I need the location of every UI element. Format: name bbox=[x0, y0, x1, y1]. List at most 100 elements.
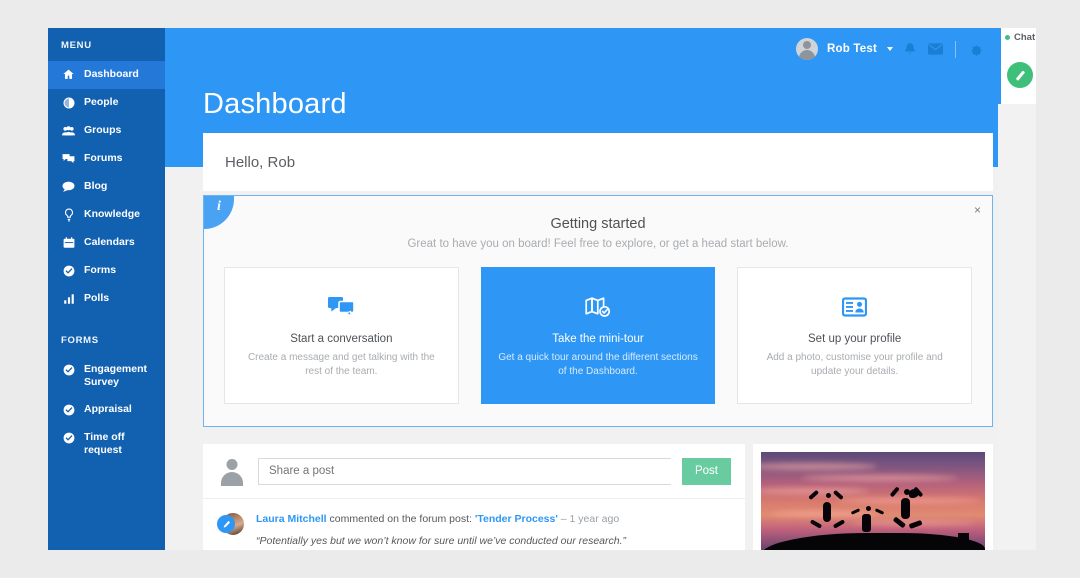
sidebar-form-appraisal[interactable]: Appraisal bbox=[48, 396, 165, 424]
feed-target-link[interactable]: 'Tender Process' bbox=[475, 513, 558, 525]
chat-bubble-icon bbox=[62, 180, 75, 193]
card-set-up-your-profile[interactable]: Set up your profile Add a photo, customi… bbox=[737, 267, 973, 404]
user-menu[interactable]: Rob Test bbox=[796, 38, 984, 60]
person-icon bbox=[62, 96, 75, 109]
avatar-body bbox=[221, 472, 243, 486]
sidebar-item-polls[interactable]: Polls bbox=[48, 285, 165, 313]
sidebar-item-label: Forms bbox=[84, 264, 117, 276]
cloud-streak bbox=[761, 463, 878, 471]
card-take-the-mini-tour[interactable]: Take the mini-tour Get a quick tour arou… bbox=[480, 267, 716, 404]
main-area: Rob Test Dashboard Hello, Rob i × Gettin… bbox=[165, 28, 998, 550]
jumper-torso bbox=[901, 498, 910, 520]
feed-timestamp: – 1 year ago bbox=[557, 513, 620, 525]
header-divider bbox=[955, 40, 956, 58]
card-title: Set up your profile bbox=[808, 333, 902, 345]
home-icon bbox=[62, 68, 75, 81]
pencil-icon bbox=[1015, 69, 1025, 81]
gear-icon[interactable] bbox=[968, 41, 984, 57]
chat-body bbox=[998, 46, 1036, 104]
sidebar-form-label: Time off request bbox=[84, 431, 125, 456]
avatar[interactable] bbox=[796, 38, 819, 60]
id-card-icon bbox=[754, 294, 955, 320]
conversation-icon bbox=[241, 294, 442, 320]
online-dot-icon bbox=[1005, 34, 1010, 40]
feed-item: Laura Mitchell commented on the forum po… bbox=[203, 499, 745, 550]
check-circle-icon bbox=[62, 403, 75, 416]
greeting-text: Hello, Rob bbox=[225, 153, 296, 171]
post-composer: Post bbox=[203, 444, 745, 499]
jumper-head bbox=[866, 506, 872, 512]
chevron-down-icon[interactable] bbox=[887, 47, 893, 51]
sunset-photo[interactable] bbox=[761, 452, 985, 550]
sidebar-item-people[interactable]: People bbox=[48, 89, 165, 117]
getting-started-cards: Start a conversation Create a message an… bbox=[224, 267, 973, 404]
chat-label: Chat bbox=[1014, 31, 1036, 43]
sidebar-form-engagement-survey[interactable]: Engagement Survey bbox=[48, 356, 165, 396]
card-title: Take the mini-tour bbox=[552, 333, 644, 345]
chat-panel: Chat bbox=[998, 28, 1036, 550]
jumper-arm bbox=[889, 486, 900, 498]
chat-header[interactable]: Chat bbox=[998, 28, 1036, 46]
photo-widget bbox=[753, 444, 993, 550]
sidebar-item-label: Calendars bbox=[84, 236, 135, 248]
bar-chart-icon bbox=[62, 292, 75, 305]
avatar-body bbox=[799, 50, 816, 60]
sidebar-item-blog[interactable]: Blog bbox=[48, 173, 165, 201]
bell-icon[interactable] bbox=[902, 41, 918, 57]
sidebar-item-calendars[interactable]: Calendars bbox=[48, 229, 165, 257]
sidebar-item-groups[interactable]: Groups bbox=[48, 117, 165, 145]
sidebar-item-knowledge[interactable]: Knowledge bbox=[48, 201, 165, 229]
sidebar-item-label: Dashboard bbox=[84, 68, 139, 80]
sidebar-item-forms[interactable]: Forms bbox=[48, 257, 165, 285]
forum-icon bbox=[62, 152, 75, 165]
jumper-torso bbox=[861, 514, 871, 533]
getting-started-panel: i × Getting started Great to have you on… bbox=[203, 195, 993, 427]
post-button[interactable]: Post bbox=[681, 457, 731, 485]
sidebar-form-label: Appraisal bbox=[84, 403, 132, 415]
avatar[interactable] bbox=[217, 512, 245, 540]
share-post-input[interactable] bbox=[258, 457, 671, 485]
sidebar-item-forums[interactable]: Forums bbox=[48, 145, 165, 173]
page-title: Dashboard bbox=[203, 88, 347, 120]
sidebar-item-label: Forums bbox=[84, 152, 123, 164]
avatar[interactable] bbox=[217, 456, 247, 486]
lightbulb-icon bbox=[62, 207, 75, 221]
jumper-leg bbox=[832, 519, 845, 529]
map-check-icon bbox=[498, 294, 699, 320]
card-description: Get a quick tour around the different se… bbox=[498, 352, 698, 377]
avatar-head bbox=[226, 459, 238, 470]
cloud-streak bbox=[801, 474, 959, 481]
sidebar-form-time-off-request[interactable]: Time off request bbox=[48, 424, 165, 464]
sidebar-form-label: Engagement Survey bbox=[84, 363, 148, 388]
card-start-a-conversation[interactable]: Start a conversation Create a message an… bbox=[224, 267, 459, 404]
group-icon bbox=[62, 124, 75, 137]
jumper-head bbox=[825, 492, 831, 498]
info-badge-letter: i bbox=[217, 199, 221, 214]
sidebar-item-label: Knowledge bbox=[84, 208, 141, 220]
feed-item-body: Laura Mitchell commented on the forum po… bbox=[256, 512, 731, 549]
user-name-label[interactable]: Rob Test bbox=[827, 43, 877, 55]
activity-feed: Post Laura Mitchell commented on the for… bbox=[203, 444, 745, 550]
card-title: Start a conversation bbox=[290, 333, 393, 345]
horizon-silhouette bbox=[761, 533, 985, 550]
sidebar-item-label: Groups bbox=[84, 124, 122, 136]
check-circle-icon bbox=[62, 431, 75, 444]
getting-started-title: Getting started bbox=[550, 216, 646, 232]
card-description: Add a photo, customise your profile and … bbox=[766, 352, 943, 377]
feed-item-quote: “Potentially yes but we won’t know for s… bbox=[256, 535, 627, 547]
sidebar-menu-heading: MENU bbox=[61, 40, 92, 51]
calendar-icon bbox=[62, 236, 75, 249]
comment-badge-icon bbox=[217, 515, 235, 533]
envelope-icon[interactable] bbox=[927, 41, 943, 57]
greeting-card: Hello, Rob bbox=[203, 133, 993, 191]
close-icon[interactable]: × bbox=[974, 204, 981, 216]
jumper-torso bbox=[822, 501, 831, 522]
hillside-object bbox=[958, 533, 970, 543]
chat-compose-button[interactable] bbox=[1007, 62, 1033, 88]
feed-author[interactable]: Laura Mitchell bbox=[256, 513, 327, 525]
feed-row: Post Laura Mitchell commented on the for… bbox=[203, 444, 993, 550]
sidebar-item-label: People bbox=[84, 96, 119, 108]
avatar-head bbox=[803, 41, 812, 49]
sidebar: MENU Dashboard People Groups Forums Blog… bbox=[48, 28, 165, 550]
sidebar-item-dashboard[interactable]: Dashboard bbox=[48, 61, 165, 89]
